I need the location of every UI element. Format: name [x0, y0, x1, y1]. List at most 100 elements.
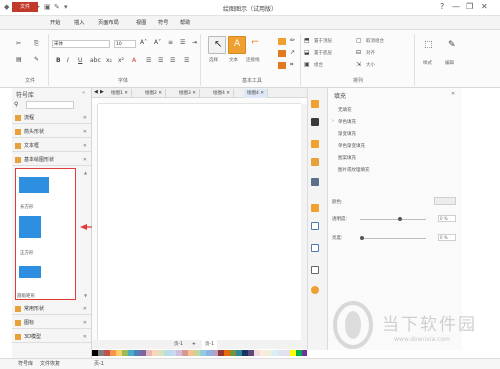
color-palette[interactable] — [92, 350, 307, 356]
menu-page-layout[interactable]: 页面布局 — [98, 18, 119, 28]
italic-icon[interactable]: I — [67, 57, 69, 64]
style-icon[interactable]: ⬚ — [424, 40, 433, 50]
pointer-icon[interactable]: ↗ — [290, 49, 295, 56]
page-panel-icon[interactable] — [311, 204, 319, 212]
close-button[interactable]: ✕ — [481, 2, 488, 11]
tab-drawing-1[interactable]: 绘图1 ✕ — [108, 89, 133, 98]
outline-panel-icon[interactable] — [311, 244, 319, 252]
library-search-input[interactable] — [26, 101, 74, 109]
line-panel-icon[interactable] — [311, 118, 319, 126]
bring-front-icon[interactable]: ⬒ — [304, 37, 310, 44]
shadow-panel-icon[interactable] — [311, 140, 319, 148]
line-color-icon[interactable] — [278, 50, 286, 57]
bring-front-label[interactable]: 置于顶层 — [314, 38, 332, 44]
shape-fill-icon[interactable] — [278, 38, 286, 45]
library-row-textbox[interactable]: 文本框 ✕ — [12, 141, 91, 152]
tab-scroll-left-icon[interactable]: ◀ — [94, 89, 98, 95]
size-icon[interactable]: ⇲ — [356, 61, 361, 68]
brightness-slider[interactable] — [360, 238, 426, 239]
font-size-select[interactable]: 10 — [114, 40, 136, 48]
drawing-canvas[interactable] — [92, 88, 307, 350]
close-library-icon[interactable]: ✕ — [83, 332, 87, 343]
ungroup-label[interactable]: 取消组合 — [366, 38, 384, 44]
subscript-icon[interactable]: x₂ — [106, 57, 112, 64]
pen-icon[interactable]: ✏ — [290, 37, 295, 44]
edit-button-label[interactable]: 编辑 — [445, 60, 454, 66]
menu-home[interactable]: 开始 — [50, 18, 60, 28]
superscript-icon[interactable]: x² — [118, 57, 124, 64]
minimize-button[interactable]: — — [452, 2, 460, 11]
brightness-input[interactable]: 0 % — [438, 234, 456, 241]
group-label[interactable]: 组合 — [314, 62, 323, 68]
fill-option-solid[interactable]: 单色填充 — [338, 119, 356, 125]
menu-help[interactable]: 帮助 — [180, 18, 190, 28]
tab-active[interactable]: 绘图4 ✕ — [244, 89, 269, 98]
color-picker[interactable] — [434, 197, 456, 205]
fill-option-none[interactable]: 无填充 — [338, 107, 352, 113]
crop-icon[interactable]: ⌗ — [290, 61, 293, 69]
transparency-slider-knob[interactable] — [398, 217, 402, 221]
group-icon[interactable]: ▣ — [304, 61, 310, 68]
fill-panel-icon[interactable] — [311, 100, 319, 108]
help-icon[interactable]: ? — [440, 2, 444, 11]
file-menu-button[interactable]: 文件 — [12, 2, 38, 12]
font-color-icon[interactable]: A — [132, 57, 136, 64]
strikethrough-icon[interactable]: abc — [90, 57, 101, 64]
connector-tool-button[interactable]: ⌐ — [248, 36, 266, 54]
align-right-icon[interactable]: ☰ — [170, 57, 175, 64]
page-tab-active[interactable]: 页-1 — [202, 340, 217, 349]
maximize-button[interactable]: ❐ — [466, 2, 473, 11]
shape-rectangle[interactable] — [19, 177, 49, 193]
bold-icon[interactable]: B — [56, 57, 61, 64]
tab-file-recovery[interactable]: 文件恢复 — [40, 359, 60, 369]
send-back-icon[interactable]: ⬓ — [304, 49, 310, 56]
library-row-flowchart[interactable]: 流程 ✕ — [12, 113, 91, 124]
search-icon[interactable]: ⚲ — [14, 101, 24, 109]
close-library-icon[interactable]: ✕ — [83, 304, 87, 315]
customize-icon[interactable]: ▾ — [64, 3, 68, 11]
select-tool-button[interactable]: ↖ — [208, 36, 226, 54]
close-library-icon[interactable]: ✕ — [83, 318, 87, 329]
size-label[interactable]: 大小 — [366, 62, 375, 68]
library-row-basic-shapes[interactable]: 基本绘图形状 ✕ — [12, 155, 91, 166]
page-tab[interactable]: 页-1 — [174, 340, 183, 349]
panel-collapse-icon[interactable]: « — [82, 90, 85, 96]
align-icon[interactable]: ≡ — [168, 39, 173, 46]
cut-icon[interactable]: ✂ — [16, 40, 21, 47]
document-panel-icon[interactable] — [311, 222, 319, 230]
save-icon[interactable]: ▣ — [44, 3, 51, 11]
tab-drawing-4[interactable]: 绘图4 ✕ — [210, 89, 235, 98]
color-swatches[interactable] — [92, 350, 307, 356]
align-objects-label[interactable]: 对齐 — [366, 50, 375, 56]
image-panel-icon[interactable] — [311, 158, 319, 166]
close-library-icon[interactable]: ✕ — [83, 127, 87, 138]
library-row-3d[interactable]: 3D模型 ✕ — [12, 332, 91, 343]
panel-close-icon[interactable]: ✕ — [451, 91, 455, 97]
edit-icon[interactable]: ✎ — [448, 40, 456, 50]
horizontal-scrollbar[interactable] — [92, 340, 172, 349]
fill-option-gradient[interactable]: 渐变填充 — [338, 131, 356, 137]
fill-option-solid-gradient[interactable]: 单色渐变填充 — [338, 143, 365, 149]
close-library-icon[interactable]: ✕ — [83, 113, 87, 124]
transparency-input[interactable]: 0 % — [438, 215, 456, 222]
indent-icon[interactable]: ⇥ — [192, 39, 197, 46]
comment-panel-icon[interactable] — [311, 266, 319, 274]
close-library-icon[interactable]: ✕ — [83, 141, 87, 152]
menu-symbol[interactable]: 符号 — [158, 18, 168, 28]
shape-square[interactable] — [19, 216, 41, 238]
list-icon[interactable]: ☰ — [180, 39, 185, 46]
font-name-select[interactable]: 宋体 — [52, 40, 110, 48]
tab-drawing-3[interactable]: 绘图3 ✕ — [176, 89, 201, 98]
scroll-up-icon[interactable]: ▲ — [84, 170, 87, 175]
menu-insert[interactable]: 插入 — [74, 18, 84, 28]
menu-view[interactable]: 视图 — [136, 18, 146, 28]
text-tool-button[interactable]: A — [228, 36, 246, 54]
paste-icon[interactable]: ▤ — [16, 56, 22, 63]
edit-icon[interactable]: ✎ — [54, 3, 60, 11]
tab-drawing-2[interactable]: 绘图2 ✕ — [142, 89, 167, 98]
expand-icon[interactable]: › — [332, 118, 334, 124]
justify-icon[interactable]: ☰ — [184, 57, 189, 64]
format-painter-icon[interactable]: ✎ — [34, 56, 39, 63]
close-library-icon[interactable]: ✕ — [83, 155, 87, 166]
library-row-common[interactable]: 常用形状 ✕ — [12, 304, 91, 315]
